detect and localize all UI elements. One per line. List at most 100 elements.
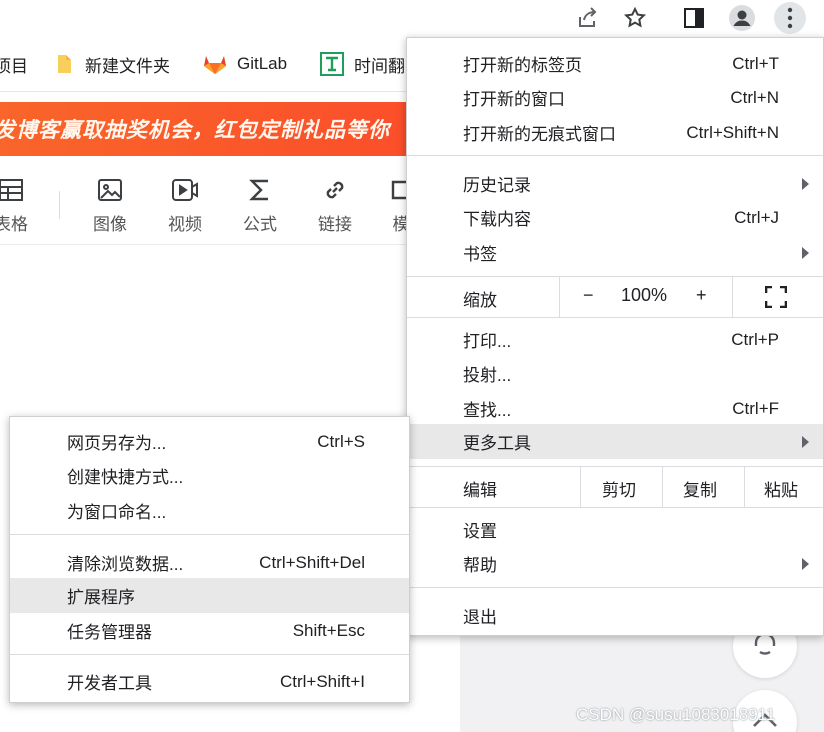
chrome-main-menu: 打开新的标签页 Ctrl+T 打开新的窗口 Ctrl+N 打开新的无痕式窗口 C… <box>406 37 824 636</box>
menu-item-label: 打开新的标签页 <box>463 56 582 75</box>
menu-item-incognito[interactable]: 打开新的无痕式窗口 Ctrl+Shift+N <box>407 115 823 150</box>
paste-button[interactable]: 粘贴 <box>764 476 798 501</box>
menu-item-bookmarks[interactable]: 书签 <box>407 235 823 270</box>
tool-image[interactable]: 图像 <box>82 173 138 235</box>
menu-item-label: 更多工具 <box>463 434 531 453</box>
menu-item-label: 帮助 <box>463 556 497 575</box>
menu-separator <box>407 587 823 588</box>
table-icon <box>0 173 23 207</box>
tool-table[interactable]: 表格 <box>0 173 39 235</box>
menu-item-shortcut: Ctrl+F <box>732 398 779 418</box>
sigma-icon <box>249 173 271 207</box>
menu-item-label: 历史记录 <box>463 176 531 195</box>
zoom-out-button[interactable]: − <box>583 285 594 306</box>
menu-item-label: 下载内容 <box>463 210 531 229</box>
submenu-arrow-icon <box>802 435 809 448</box>
kebab-menu-icon[interactable] <box>774 2 806 34</box>
menu-item-name-window[interactable]: 为窗口命名... <box>10 493 409 528</box>
zoom-in-button[interactable]: + <box>696 285 707 306</box>
bookmark-item[interactable]: 项目 <box>0 51 28 77</box>
profile-icon[interactable] <box>726 2 758 34</box>
menu-item-shortcut: Ctrl+T <box>732 53 779 73</box>
menu-item-label: 网页另存为... <box>67 434 167 453</box>
tool-video[interactable]: 视频 <box>157 173 213 235</box>
submenu-arrow-icon <box>802 246 809 259</box>
menu-item-save-page[interactable]: 网页另存为... Ctrl+S <box>10 424 409 459</box>
menu-item-shortcut: Shift+Esc <box>292 620 365 640</box>
menu-item-label: 打开新的窗口 <box>463 90 565 109</box>
zoom-level: 100% <box>621 285 668 305</box>
tool-formula[interactable]: 公式 <box>232 173 288 235</box>
menu-item-label: 为窗口命名... <box>67 503 167 522</box>
menu-item-label: 投射... <box>463 366 512 385</box>
bookmark-label: 时间翻 <box>354 56 405 76</box>
bookmark-label: 新建文件夹 <box>85 56 170 76</box>
tool-label: 链接 <box>318 215 352 234</box>
menu-item-help[interactable]: 帮助 <box>407 546 823 581</box>
copy-button[interactable]: 复制 <box>683 476 717 501</box>
star-icon[interactable] <box>619 2 651 34</box>
tool-label: 公式 <box>243 215 277 234</box>
bookmark-label: GitLab <box>237 54 288 73</box>
menu-item-label: 打印... <box>463 332 512 351</box>
tool-label: 视频 <box>168 215 202 234</box>
bookmark-item[interactable]: 新建文件夹 <box>55 51 170 77</box>
document-icon <box>320 52 344 76</box>
menu-item-shortcut: Ctrl+P <box>731 329 779 349</box>
side-panel-icon[interactable] <box>678 2 710 34</box>
zoom-divider <box>559 277 560 317</box>
menu-separator <box>407 155 823 156</box>
zoom-label: 缩放 <box>463 291 497 310</box>
promo-banner[interactable]: 发博客赢取抽奖机会，红包定制礼品等你 <box>0 102 420 156</box>
menu-item-shortcut: Ctrl+S <box>317 431 365 451</box>
menu-item-label: 查找... <box>463 401 512 420</box>
banner-text: 发博客赢取抽奖机会，红包定制礼品等你 <box>0 119 390 142</box>
menu-item-clear-data[interactable]: 清除浏览数据... Ctrl+Shift+Del <box>10 545 409 580</box>
menu-item-label: 书签 <box>463 245 497 264</box>
toolbar-divider <box>59 191 60 219</box>
bookmark-item[interactable]: GitLab <box>203 51 287 77</box>
menu-separator <box>10 654 409 655</box>
menu-item-dev-tools[interactable]: 开发者工具 Ctrl+Shift+I <box>10 664 409 699</box>
menu-item-history[interactable]: 历史记录 <box>407 166 823 201</box>
menu-item-extensions[interactable]: 扩展程序 <box>10 578 409 613</box>
menu-item-shortcut: Ctrl+N <box>730 87 779 107</box>
menu-item-cast[interactable]: 投射... <box>407 356 823 391</box>
bookmark-item[interactable]: 时间翻 <box>320 51 405 77</box>
menu-item-create-shortcut[interactable]: 创建快捷方式... <box>10 458 409 493</box>
browser-toolbar <box>0 0 824 36</box>
menu-item-new-window[interactable]: 打开新的窗口 Ctrl+N <box>407 80 823 115</box>
menu-item-label: 任务管理器 <box>67 623 152 642</box>
menu-item-more-tools[interactable]: 更多工具 <box>407 424 823 459</box>
menu-item-find[interactable]: 查找... Ctrl+F <box>407 391 823 426</box>
image-icon <box>98 173 122 207</box>
more-tools-submenu: 网页另存为... Ctrl+S 创建快捷方式... 为窗口命名... 清除浏览数… <box>9 416 410 703</box>
edit-label: 编辑 <box>463 481 497 500</box>
menu-separator <box>407 507 823 508</box>
cut-button[interactable]: 剪切 <box>602 476 636 501</box>
menu-item-new-tab[interactable]: 打开新的标签页 Ctrl+T <box>407 46 823 81</box>
menu-separator <box>407 317 823 318</box>
menu-item-shortcut: Ctrl+J <box>734 207 779 227</box>
menu-separator <box>10 534 409 535</box>
menu-item-label: 打开新的无痕式窗口 <box>463 125 616 144</box>
menu-item-shortcut: Ctrl+Shift+I <box>279 671 365 691</box>
zoom-divider <box>732 277 733 317</box>
fullscreen-icon[interactable] <box>764 285 788 313</box>
share-icon[interactable] <box>571 2 603 34</box>
menu-item-exit[interactable]: 退出 <box>407 598 823 633</box>
menu-row-zoom: 缩放 − 100% + <box>407 277 823 317</box>
menu-item-downloads[interactable]: 下载内容 Ctrl+J <box>407 200 823 235</box>
edit-divider <box>580 467 581 507</box>
menu-item-print[interactable]: 打印... Ctrl+P <box>407 322 823 357</box>
menu-item-settings[interactable]: 设置 <box>407 512 823 547</box>
editor-toolbar: 表格 图像 视频 公式 链接 模 <box>0 165 420 245</box>
edit-divider <box>744 467 745 507</box>
menu-item-label: 退出 <box>463 608 497 627</box>
gitlab-icon <box>203 53 227 75</box>
edit-divider <box>662 467 663 507</box>
tool-link[interactable]: 链接 <box>307 173 363 235</box>
bookmark-label: 项目 <box>0 56 28 76</box>
menu-item-task-manager[interactable]: 任务管理器 Shift+Esc <box>10 613 409 648</box>
link-icon <box>323 173 347 207</box>
